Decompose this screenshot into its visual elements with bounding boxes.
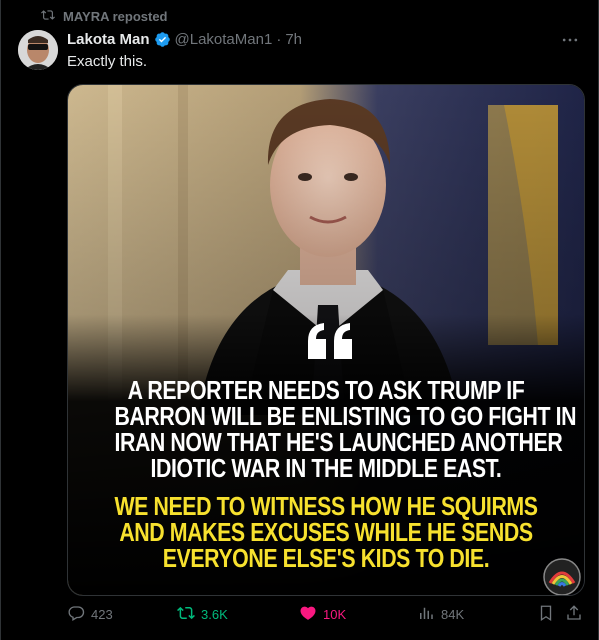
author-avatar[interactable] — [18, 30, 58, 70]
views-count: 84K — [441, 607, 465, 622]
share-icon — [565, 604, 583, 625]
views-button[interactable]: 84K — [417, 604, 464, 625]
tweet-image[interactable]: A REPORTER NEEDS TO ASK TRUMP IF BARRON … — [67, 84, 585, 596]
tweet-header: Lakota Man @LakotaMan1 · 7h — [67, 31, 302, 48]
author-name[interactable]: Lakota Man — [67, 31, 150, 48]
reply-count: 423 — [91, 607, 113, 622]
caption-yellow: WE NEED TO WITNESS HOW HE SQUIRMS AND MA… — [114, 491, 538, 573]
verified-badge-icon[interactable] — [154, 31, 171, 48]
repost-button[interactable]: 3.6K — [177, 604, 228, 625]
caption-line: WE NEED TO WITNESS HOW HE SQUIRMS — [114, 491, 538, 521]
post-time[interactable]: 7h — [285, 31, 302, 48]
bookmark-icon — [537, 604, 555, 625]
like-button[interactable]: 10K — [299, 604, 346, 625]
caption-line: IDIOTIC WAR IN THE MIDDLE EAST. — [150, 453, 502, 483]
reply-button[interactable]: 423 — [67, 604, 113, 625]
share-button[interactable] — [565, 604, 583, 625]
more-icon[interactable] — [560, 30, 580, 50]
author-handle[interactable]: @LakotaMan1 — [175, 31, 273, 48]
bookmark-button[interactable] — [537, 604, 555, 625]
reply-icon — [67, 604, 85, 625]
quote-mark-icon — [306, 321, 356, 361]
repost-small-icon — [41, 8, 55, 25]
like-count: 10K — [323, 607, 347, 622]
repost-text: MAYRA reposted — [63, 9, 168, 24]
caption-line: EVERYONE ELSE'S KIDS TO DIE. — [162, 543, 490, 573]
separator-dot: · — [276, 31, 282, 48]
caption-white: A REPORTER NEEDS TO ASK TRUMP IF BARRON … — [114, 375, 577, 483]
tweet-text: Exactly this. — [67, 53, 148, 70]
tweet-card[interactable]: MAYRA reposted Lakota Man @LakotaMan1 · … — [0, 0, 599, 640]
repost-icon — [177, 604, 195, 625]
caption-line: BARRON WILL BE ENLISTING TO GO FIGHT IN — [114, 401, 577, 431]
caption-line: A REPORTER NEEDS TO ASK TRUMP IF — [127, 375, 525, 405]
heart-icon — [299, 604, 317, 625]
caption-line: IRAN NOW THAT HE'S LAUNCHED ANOTHER — [114, 427, 563, 457]
watermark-logo-icon — [542, 557, 582, 595]
repost-indicator[interactable]: MAYRA reposted — [41, 8, 168, 25]
views-icon — [417, 604, 435, 625]
action-bar: 423 3.6K 10K 84K — [67, 604, 587, 628]
repost-count: 3.6K — [201, 607, 228, 622]
caption-line: AND MAKES EXCUSES WHILE HE SENDS — [119, 517, 533, 547]
